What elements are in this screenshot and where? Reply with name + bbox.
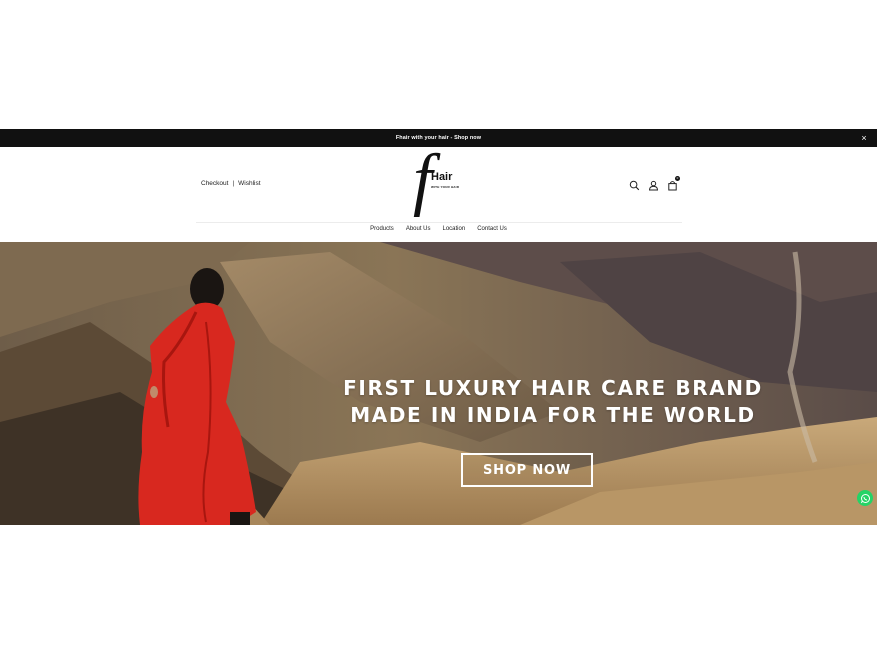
wishlist-link[interactable]: Wishlist [238,180,260,187]
announcement-text[interactable]: Fhair with your hair - Shop now [396,135,481,141]
page: Fhair with your hair - Shop now × Checko… [0,0,877,655]
site-logo[interactable]: f Hair WITH YOUR HAIR [413,145,473,217]
user-icon[interactable] [648,178,659,191]
announcement-bar: Fhair with your hair - Shop now × [0,129,877,147]
logo-letter: f [413,141,433,218]
hero-headline-line-2: MADE IN INDIA FOR THE WORLD [350,403,756,427]
close-icon[interactable]: × [858,132,870,144]
main-nav: Products About Us Location Contact Us [0,226,877,232]
search-icon[interactable] [629,178,640,191]
logo-tagline: WITH YOUR HAIR [431,185,460,189]
bag-icon[interactable]: 0 [667,176,680,191]
whatsapp-icon[interactable] [857,490,873,506]
header-divider [196,222,682,223]
nav-item-contact-us[interactable]: Contact Us [477,226,507,232]
checkout-link[interactable]: Checkout [201,180,228,187]
nav-item-products[interactable]: Products [370,226,394,232]
nav-item-location[interactable]: Location [443,226,466,232]
shop-now-button[interactable]: SHOP NOW [461,453,593,487]
hero-banner: FIRST LUXURY HAIR CARE BRAND MADE IN IND… [0,242,877,525]
header-icons: 0 [629,176,680,191]
nav-item-about-us[interactable]: About Us [406,226,431,232]
hero-headline: FIRST LUXURY HAIR CARE BRAND MADE IN IND… [278,375,828,429]
hero-headline-line-1: FIRST LUXURY HAIR CARE BRAND [343,376,763,400]
cart-count-badge: 0 [675,176,680,181]
header-links: Checkout | Wishlist [201,180,261,187]
link-separator: | [232,180,235,187]
logo-word: Hair [431,171,453,183]
site-header: Checkout | Wishlist f Hair WITH YOUR HAI… [0,145,877,242]
